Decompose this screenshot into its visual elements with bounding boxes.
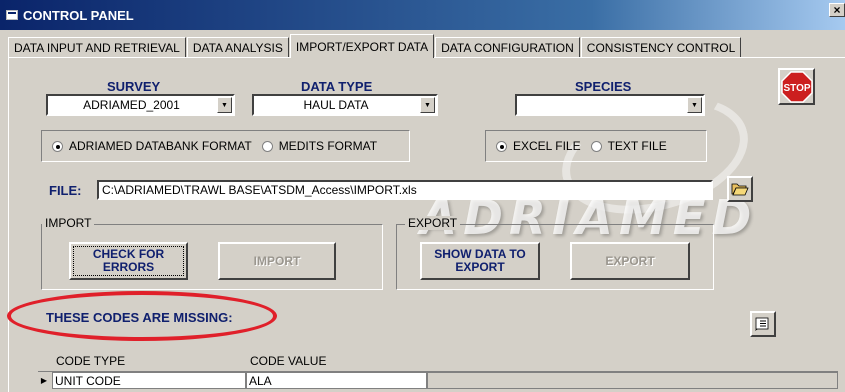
survey-value: ADRIAMED_2001 xyxy=(83,98,180,112)
dropdown-arrow-icon[interactable]: ▼ xyxy=(420,97,435,113)
dropdown-arrow-icon[interactable]: ▼ xyxy=(687,97,702,113)
window-title: CONTROL PANEL xyxy=(23,7,134,23)
report-button[interactable] xyxy=(750,311,776,337)
tab-data-input[interactable]: DATA INPUT AND RETRIEVAL xyxy=(8,37,186,58)
adriamed-format-radio[interactable]: ADRIAMED DATABANK FORMAT xyxy=(52,139,252,153)
text-file-radio[interactable]: TEXT FILE xyxy=(590,139,667,153)
data-type-value: HAUL DATA xyxy=(303,98,369,112)
table-row[interactable]: ▶ UNIT CODE ALA xyxy=(38,371,838,389)
tab-consistency-control[interactable]: CONSISTENCY CONTROL xyxy=(580,37,742,58)
radio-selected-icon xyxy=(52,140,63,152)
export-frame-label: EXPORT xyxy=(405,216,461,230)
format-option-group: ADRIAMED DATABANK FORMAT MEDITS FORMAT xyxy=(41,130,410,162)
stop-button[interactable]: STOP xyxy=(778,68,815,105)
radio-selected-icon xyxy=(496,140,507,152)
data-type-select[interactable]: HAUL DATA ▼ xyxy=(252,94,438,116)
medits-format-label: MEDITS FORMAT xyxy=(278,139,378,153)
stop-sign-icon: STOP xyxy=(780,70,813,103)
grid-header-code-type: CODE TYPE xyxy=(56,354,126,368)
tab-data-analysis[interactable]: DATA ANALYSIS xyxy=(186,37,289,58)
code-type-cell[interactable]: UNIT CODE xyxy=(52,372,246,389)
form-icon xyxy=(6,10,18,20)
species-select[interactable]: ▼ xyxy=(515,94,705,116)
window-titlebar: CONTROL PANEL × xyxy=(0,0,845,30)
grid-empty-area xyxy=(427,372,838,389)
grid-header-row: CODE TYPE CODE VALUE xyxy=(38,353,438,370)
file-type-option-group: EXCEL FILE TEXT FILE xyxy=(485,130,707,162)
grid-header-code-value: CODE VALUE xyxy=(250,354,327,368)
species-label: SPECIES xyxy=(575,79,632,94)
open-folder-icon xyxy=(731,183,749,196)
annotation-circle xyxy=(7,291,277,341)
missing-codes-grid: CODE TYPE CODE VALUE ▶ UNIT CODE ALA xyxy=(38,353,838,392)
show-data-to-export-button[interactable]: SHOW DATA TO EXPORT xyxy=(420,242,540,280)
survey-label: SURVEY xyxy=(107,79,161,94)
dropdown-arrow-icon[interactable]: ▼ xyxy=(217,97,232,113)
file-path-input[interactable]: C:\ADRIAMED\TRAWL BASE\ATSDM_Access\IMPO… xyxy=(97,180,713,200)
stop-label: STOP xyxy=(783,83,810,94)
file-label: FILE: xyxy=(49,183,82,198)
tab-data-configuration[interactable]: DATA CONFIGURATION xyxy=(435,37,580,58)
import-button[interactable]: IMPORT xyxy=(218,242,336,280)
survey-select[interactable]: ADRIAMED_2001 ▼ xyxy=(46,94,235,116)
tab-import-export[interactable]: IMPORT/EXPORT DATA xyxy=(289,34,435,58)
radio-unselected-icon xyxy=(261,140,273,152)
export-button[interactable]: EXPORT xyxy=(570,242,690,280)
record-selector-arrow-icon[interactable]: ▶ xyxy=(38,372,50,389)
radio-unselected-icon xyxy=(590,140,602,152)
excel-file-label: EXCEL FILE xyxy=(513,139,581,153)
adriamed-format-label: ADRIAMED DATABANK FORMAT xyxy=(69,139,252,153)
import-frame-label: IMPORT xyxy=(42,216,95,230)
close-button[interactable]: × xyxy=(829,3,845,17)
browse-folder-button[interactable] xyxy=(727,176,753,202)
medits-format-radio[interactable]: MEDITS FORMAT xyxy=(261,139,378,153)
check-for-errors-button[interactable]: CHECK FOR ERRORS xyxy=(69,242,188,280)
code-value-cell[interactable]: ALA xyxy=(246,372,427,389)
excel-file-radio[interactable]: EXCEL FILE xyxy=(496,139,581,153)
data-type-label: DATA TYPE xyxy=(301,79,373,94)
text-file-label: TEXT FILE xyxy=(607,139,667,153)
tab-strip: DATA INPUT AND RETRIEVAL DATA ANALYSIS I… xyxy=(8,34,742,58)
list-report-icon xyxy=(755,317,769,331)
